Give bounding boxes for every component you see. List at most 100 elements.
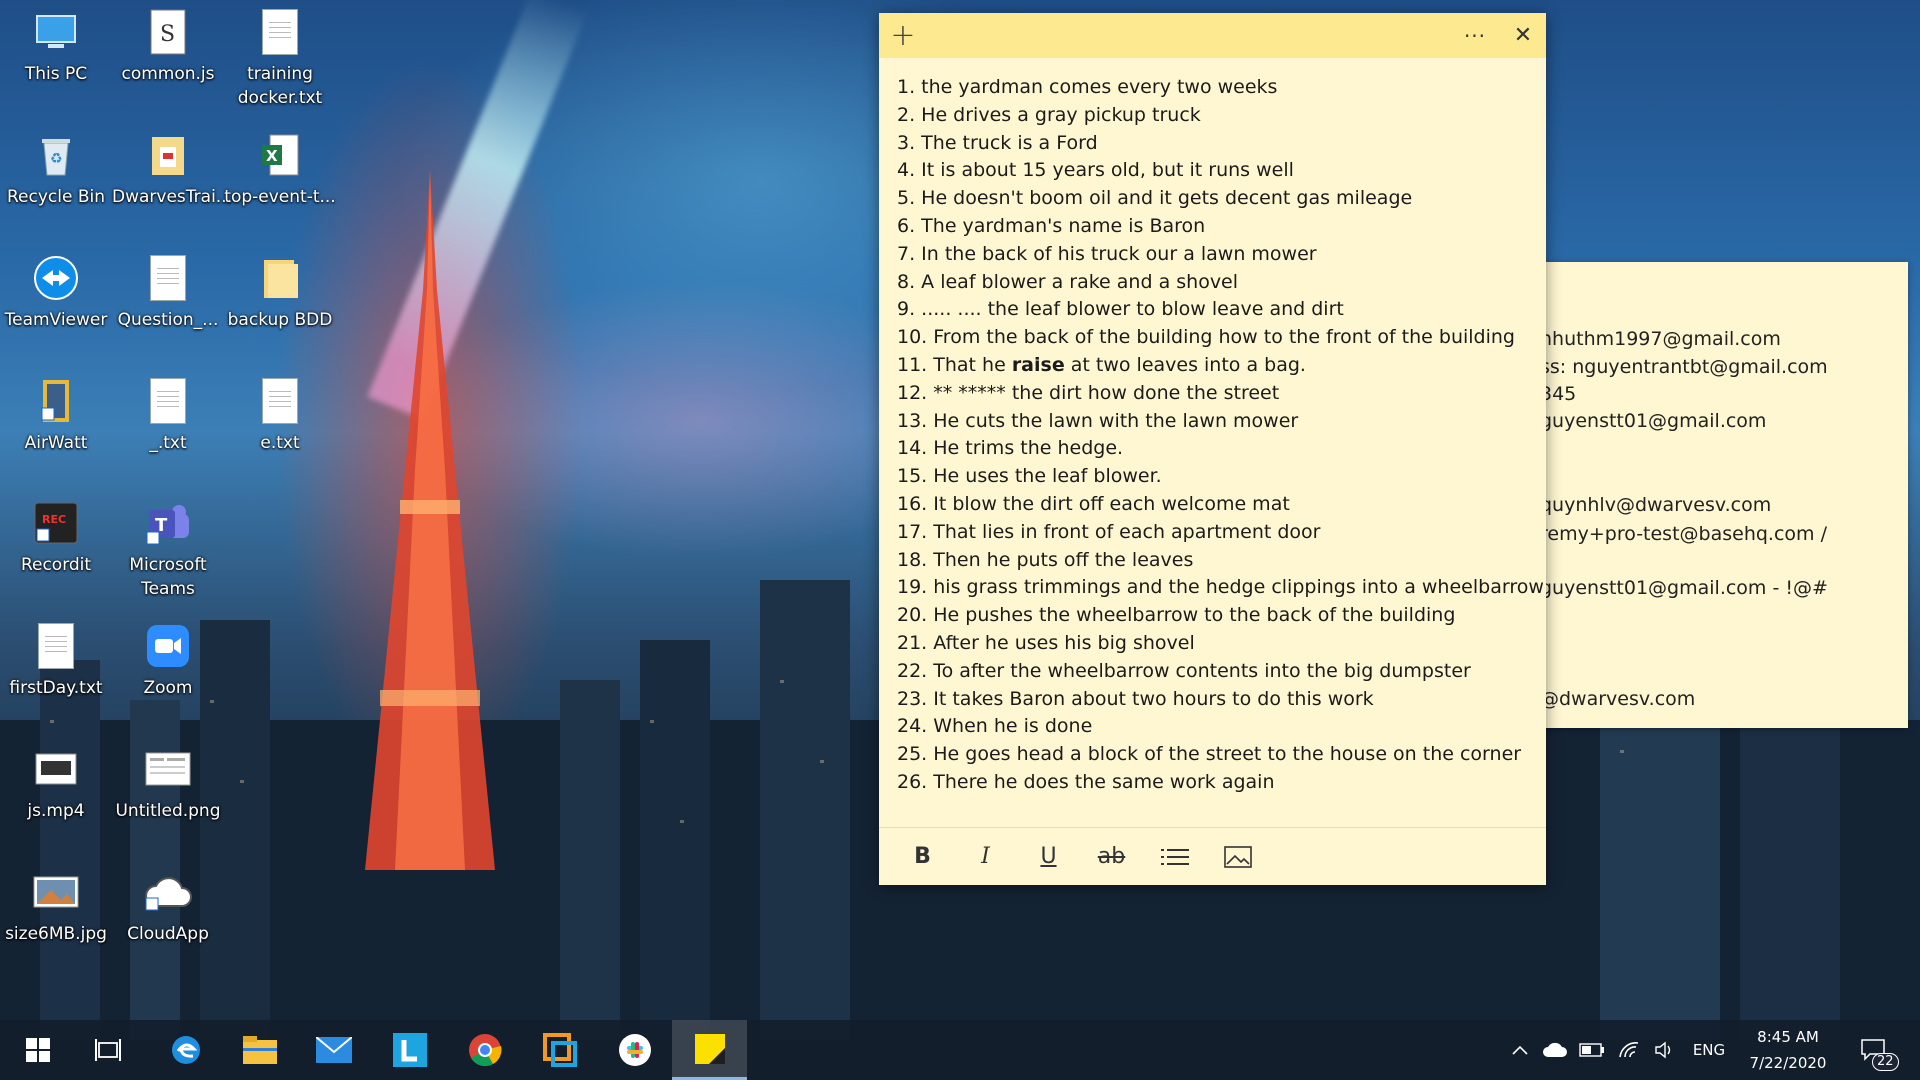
desktop-icon-teams[interactable]: T Microsoft Teams (112, 499, 224, 601)
note-line: 12. ** ***** the dirt how done the stree… (897, 381, 1280, 404)
svg-text:S: S (160, 22, 175, 47)
language-indicator[interactable]: ENG (1686, 1020, 1732, 1080)
taskbar-sticky-notes[interactable] (672, 1020, 747, 1080)
desktop-icon-label: e.txt (260, 433, 300, 453)
wallpaper-tower (365, 170, 495, 870)
chrome-icon (468, 1034, 501, 1067)
desktop-icon-question[interactable]: Question_... (112, 254, 224, 332)
desktop-icon-underscore-txt[interactable]: _.txt (112, 377, 224, 455)
edge-icon (171, 1036, 200, 1064)
desktop-icon-airwatt[interactable]: AirWatt (0, 377, 112, 455)
italic-icon: I (981, 844, 990, 869)
strikethrough-button[interactable]: ab (1080, 835, 1143, 879)
desktop-icon-label: training docker.txt (237, 64, 323, 108)
desktop-icon-recycle-bin[interactable]: ♻ Recycle Bin (0, 131, 112, 209)
battery-tray[interactable] (1575, 1020, 1609, 1080)
recycle-bin-icon: ♻ (32, 131, 80, 179)
background-sticky-note[interactable]: nhuthm1997@gmail.com ss: nguyentrantbt@g… (1540, 262, 1908, 728)
desktop-icon-label: Question_... (117, 310, 219, 330)
desktop-icon-untitled-png[interactable]: Untitled.png (112, 745, 224, 823)
desktop-icon-teamviewer[interactable]: TeamViewer (0, 254, 112, 332)
desktop-icon-label: Zoom (143, 678, 193, 698)
taskbar-edge[interactable] (148, 1020, 223, 1080)
underline-button[interactable]: U (1017, 835, 1080, 879)
teamviewer-icon (32, 254, 80, 302)
desktop-icon-zoom[interactable]: Zoom (112, 622, 224, 700)
note-line: 20. He pushes the wheelbarrow to the bac… (897, 604, 1456, 627)
image-file-icon (144, 745, 192, 793)
desktop-icon-label: TeamViewer (4, 310, 108, 330)
wifi-tray[interactable] (1612, 1020, 1646, 1080)
notification-count-badge: 22 (1872, 1053, 1899, 1071)
desktop-icon-top-event[interactable]: X top-event-t... (224, 131, 336, 209)
sticky-note-text[interactable]: 1. the yardman comes every two weeks 2. … (879, 58, 1546, 797)
desktop-icon-recordit[interactable]: REC Recordit (0, 499, 112, 577)
action-center-button[interactable]: 22 (1850, 1020, 1899, 1080)
note-line: 9. ..... .... the leaf blower to blow le… (897, 298, 1344, 321)
taskbar-chrome[interactable] (447, 1020, 522, 1080)
taskbar-file-explorer[interactable] (222, 1020, 297, 1080)
zoom-icon (144, 622, 192, 670)
task-view-icon (94, 1039, 121, 1061)
italic-button[interactable]: I (954, 835, 1017, 879)
taskbar-l-app[interactable] (372, 1020, 447, 1080)
add-note-button[interactable]: + (879, 13, 927, 58)
sticky-note-window[interactable]: + ··· ✕ 1. the yardman comes every two w… (879, 13, 1546, 885)
note-line: 23. It takes Baron about two hours to do… (897, 687, 1374, 710)
language-label: ENG (1692, 1041, 1726, 1059)
taskbar-slack[interactable] (597, 1020, 672, 1080)
insert-image-button[interactable] (1206, 835, 1269, 879)
note-line: 21. After he uses his big shovel (897, 631, 1195, 654)
teams-icon: T (144, 499, 192, 547)
note-line: 26. There he does the same work again (897, 770, 1275, 793)
desktop-icon-js-mp4[interactable]: js.mp4 (0, 745, 112, 823)
desktop-icon-common-js[interactable]: S common.js (112, 8, 224, 86)
video-file-icon (32, 745, 80, 793)
clock-time: 8:45 AM (1757, 1028, 1819, 1046)
l-app-icon (392, 1033, 427, 1067)
onedrive-tray[interactable] (1538, 1020, 1572, 1080)
note-line: 18. Then he puts off the leaves (897, 548, 1194, 571)
clock[interactable]: 8:45 AM 7/22/2020 (1738, 1020, 1838, 1080)
desktop-icon-label: CloudApp (127, 924, 209, 944)
folder-icon (242, 1036, 277, 1064)
bg-note-line: ss: nguyentrantbt@gmail.com (1540, 356, 1828, 378)
bg-note-line: guyenstt01@gmail.com (1540, 410, 1767, 432)
speaker-icon (1655, 1041, 1671, 1059)
bold-button[interactable]: B (891, 835, 954, 879)
note-line: 4. It is about 15 years old, but it runs… (897, 159, 1294, 182)
taskbar-orange-app[interactable] (522, 1020, 597, 1080)
desktop-icon-size6mb[interactable]: size6MB.jpg (0, 868, 112, 946)
desktop-icon-cloudapp[interactable]: CloudApp (112, 868, 224, 946)
desktop-icon-this-pc[interactable]: This PC (0, 8, 112, 86)
airwatt-icon (32, 377, 80, 425)
sticky-note-header[interactable]: + ··· ✕ (879, 13, 1546, 58)
show-hidden-icons-button[interactable] (1505, 1020, 1535, 1080)
desktop-icon-label: Recordit (20, 555, 92, 575)
desktop-icon-training-docker[interactable]: training docker.txt (224, 8, 336, 110)
note-line: 19. his grass trimmings and the hedge cl… (897, 576, 1544, 599)
task-view-button[interactable] (70, 1020, 145, 1080)
photo-file-icon (32, 868, 80, 916)
taskbar-mail[interactable] (296, 1020, 371, 1080)
taskbar: ENG 8:45 AM 7/22/2020 22 (0, 1020, 1920, 1080)
pdf-folder-icon (144, 131, 192, 179)
desktop-icon-e-txt[interactable]: e.txt (224, 377, 336, 455)
close-note-button[interactable]: ✕ (1499, 13, 1547, 58)
volume-tray[interactable] (1648, 1020, 1682, 1080)
note-line: 14. He trims the hedge. (897, 437, 1124, 460)
note-line-11-bold: raise (1011, 353, 1065, 376)
more-options-button[interactable]: ··· (1451, 13, 1499, 58)
text-file-icon (256, 377, 304, 425)
desktop-icon-firstday[interactable]: firstDay.txt (0, 622, 112, 700)
desktop-icon-backup-bdd[interactable]: backup BDD (224, 254, 336, 332)
mail-icon (315, 1037, 352, 1063)
start-button[interactable] (0, 1020, 75, 1080)
bg-note-line: nhuthm1997@gmail.com (1540, 328, 1781, 350)
desktop-icon-dwarvestrai[interactable]: DwarvesTrai... (112, 131, 232, 209)
bullet-list-button[interactable] (1143, 835, 1206, 879)
note-line: 22. To after the wheelbarrow contents in… (897, 659, 1471, 682)
text-file-icon (256, 8, 304, 56)
svg-text:X: X (266, 147, 278, 165)
pc-icon (32, 8, 80, 56)
